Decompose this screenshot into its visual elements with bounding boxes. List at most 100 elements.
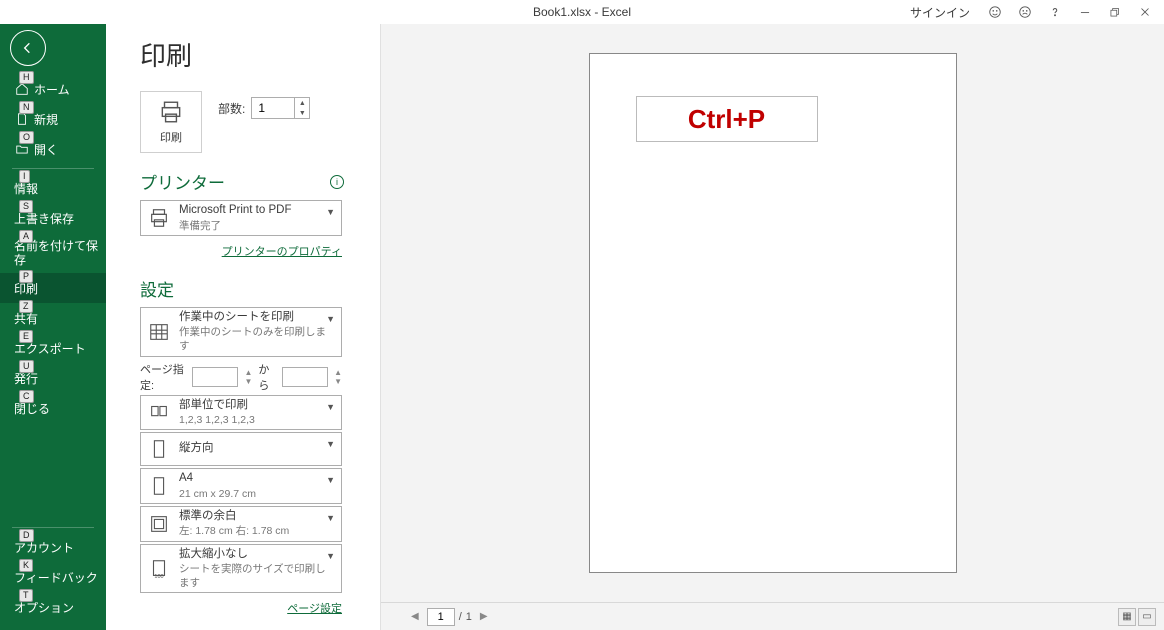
setting-line2: 1,2,3 1,2,3 1,2,3 — [179, 413, 326, 427]
show-margins-icon[interactable]: ▦ — [1118, 608, 1136, 626]
pagespec-label: ページ指定: — [140, 361, 186, 393]
nav-new[interactable]: N 新規 — [0, 104, 106, 134]
print-settings-panel: 印刷 印刷 部数: ▲ ▼ — [106, 24, 380, 630]
accel-key: E — [19, 330, 33, 343]
setting-collate[interactable]: 部単位で印刷 1,2,3 1,2,3 1,2,3 ▼ — [140, 395, 342, 431]
copies-input[interactable] — [252, 98, 294, 118]
settings-heading: 設定 — [140, 276, 174, 301]
accel-key: K — [19, 559, 33, 572]
prev-page-icon[interactable]: ◀ — [407, 609, 423, 624]
nav-publish[interactable]: U 発行 — [0, 363, 106, 393]
setting-line1: 作業中のシートを印刷 — [179, 310, 326, 326]
setting-line2: 21 cm x 29.7 cm — [179, 487, 326, 501]
page-sep: / — [459, 611, 462, 623]
setting-print-what[interactable]: 作業中のシートを印刷 作業中のシートのみを印刷します ▼ — [140, 307, 342, 357]
nav-share[interactable]: Z 共有 — [0, 303, 106, 333]
print-button[interactable]: 印刷 — [140, 91, 202, 153]
margins-icon — [147, 512, 171, 536]
spinner-down-icon[interactable]: ▼ — [295, 108, 309, 118]
preview-page: Ctrl+P — [589, 53, 957, 573]
accel-key: S — [19, 200, 33, 213]
accel-key: H — [19, 71, 34, 84]
nav-options[interactable]: T オプション — [0, 592, 106, 622]
setting-paper-size[interactable]: A4 21 cm x 29.7 cm ▼ — [140, 468, 342, 504]
nav-close[interactable]: C 閉じる — [0, 393, 106, 423]
nav-feedback[interactable]: K フィードバック — [0, 562, 106, 592]
accel-key: A — [19, 230, 33, 243]
accel-key: I — [19, 170, 30, 183]
spinner-up-icon[interactable]: ▲ — [295, 98, 309, 108]
setting-line1: A4 — [179, 471, 326, 487]
restore-icon[interactable] — [1104, 1, 1126, 23]
page-setup-link[interactable]: ページ設定 — [287, 603, 342, 615]
accel-key: P — [19, 270, 33, 283]
nav-label: 新規 — [34, 111, 58, 128]
nav-open[interactable]: O 開く — [0, 134, 106, 164]
svg-text:100: 100 — [154, 574, 163, 580]
accel-key: C — [19, 390, 34, 403]
nav-export[interactable]: E エクスポート — [0, 333, 106, 363]
face-sad-icon[interactable] — [1014, 1, 1036, 23]
accel-key: N — [19, 101, 34, 114]
nav-save[interactable]: S 上書き保存 — [0, 203, 106, 233]
copies-label: 部数: — [218, 100, 245, 117]
zoom-to-page-icon[interactable]: ▭ — [1138, 608, 1156, 626]
portrait-icon — [147, 437, 171, 461]
close-icon[interactable] — [1134, 1, 1156, 23]
accel-key: D — [19, 529, 34, 542]
setting-line1: 標準の余白 — [179, 509, 326, 525]
setting-line1: 部単位で印刷 — [179, 398, 326, 414]
chevron-down-icon: ▼ — [326, 439, 335, 449]
page-total: 1 — [466, 611, 472, 623]
separator — [12, 527, 94, 528]
nav-home[interactable]: H ホーム — [0, 74, 106, 104]
chevron-down-icon: ▼ — [326, 207, 335, 217]
nav-saveas[interactable]: A 名前を付けて保存 — [0, 233, 106, 273]
print-button-label: 印刷 — [160, 129, 182, 145]
printer-selector[interactable]: Microsoft Print to PDF 準備完了 ▼ — [140, 200, 342, 236]
setting-line2: 作業中のシートのみを印刷します — [179, 325, 326, 353]
accel-key: U — [19, 360, 34, 373]
back-button[interactable] — [10, 30, 46, 66]
minimize-icon[interactable] — [1074, 1, 1096, 23]
help-icon[interactable] — [1044, 1, 1066, 23]
nav-label: 開く — [34, 141, 58, 158]
signin-link[interactable]: サインイン — [904, 4, 976, 21]
chevron-down-icon: ▼ — [326, 551, 335, 561]
setting-line1: 拡大縮小なし — [179, 547, 326, 563]
collate-icon — [147, 400, 171, 424]
face-smile-icon[interactable] — [984, 1, 1006, 23]
print-preview-panel: Ctrl+P ◀ / 1 ▶ ▦ ▭ — [380, 24, 1164, 630]
setting-scaling[interactable]: 100 拡大縮小なし シートを実際のサイズで印刷します ▼ — [140, 544, 342, 594]
chevron-down-icon: ▼ — [326, 513, 335, 523]
copies-spinner[interactable]: ▲ ▼ — [251, 97, 310, 119]
setting-margins[interactable]: 標準の余白 左: 1.78 cm 右: 1.78 cm ▼ — [140, 506, 342, 542]
accel-key: T — [19, 589, 33, 602]
pagespec-from-input[interactable] — [192, 367, 238, 387]
pagespec-to-input[interactable] — [282, 367, 328, 387]
chevron-down-icon: ▼ — [326, 402, 335, 412]
window-title: Book1.xlsx - Excel — [533, 5, 631, 19]
sheets-icon — [147, 320, 171, 344]
separator — [12, 168, 94, 169]
nav-print[interactable]: P 印刷 — [0, 273, 106, 303]
setting-line1: 縦方向 — [179, 441, 326, 457]
printer-info-icon[interactable]: i — [330, 175, 344, 189]
page-title: 印刷 — [140, 36, 380, 73]
setting-line2: シートを実際のサイズで印刷します — [179, 562, 326, 590]
preview-cell-text: Ctrl+P — [688, 104, 765, 135]
page-number-input[interactable] — [427, 608, 455, 626]
accel-key: O — [19, 131, 34, 144]
next-page-icon[interactable]: ▶ — [476, 609, 492, 624]
nav-account[interactable]: D アカウント — [0, 532, 106, 562]
setting-orientation[interactable]: 縦方向 ▼ — [140, 432, 342, 466]
accel-key: Z — [19, 300, 33, 313]
backstage-sidebar: H ホーム N 新規 O 開く I 情報 S 上書き保存 — [0, 24, 106, 630]
nav-label: ホーム — [34, 81, 70, 98]
nav-info[interactable]: I 情報 — [0, 173, 106, 203]
printer-properties-link[interactable]: プリンターのプロパティ — [222, 246, 342, 258]
chevron-down-icon: ▼ — [326, 314, 335, 324]
paper-icon — [147, 474, 171, 498]
chevron-down-icon: ▼ — [326, 475, 335, 485]
printer-icon — [147, 206, 171, 230]
